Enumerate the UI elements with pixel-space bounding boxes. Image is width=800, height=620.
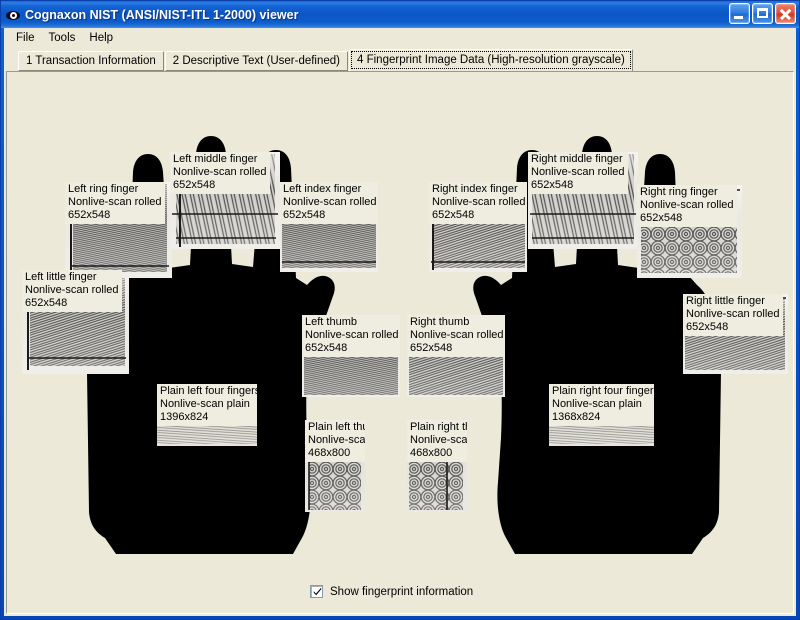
fingerprint-impression: Nonlive-scan plain (308, 434, 365, 446)
fingerprint-card-right-thumb[interactable]: Right thumb Nonlive-scan rolled 652x548 (407, 315, 505, 397)
fingerprint-title: Left middle finger (173, 153, 258, 165)
fingerprint-impression: Nonlive-scan plain (410, 434, 467, 446)
fingerprint-size: 652x548 (305, 342, 348, 354)
fingerprint-size: 468x800 (308, 447, 351, 459)
fingerprint-card-left-ring-finger[interactable]: Left ring finger Nonlive-scan rolled 652… (65, 182, 172, 278)
fingerprint-size: 1368x824 (552, 411, 601, 423)
fingerprint-size: 652x548 (640, 212, 683, 224)
fingerprint-title: Plain right thumb (410, 421, 467, 433)
fingerprint-label: Plain right thumb Nonlive-scan plain 468… (407, 420, 467, 462)
fingerprint-label: Left thumb Nonlive-scan rolled 652x548 (302, 315, 400, 357)
close-button[interactable] (775, 3, 796, 24)
fingerprint-size: 468x800 (410, 447, 453, 459)
fingerprint-impression: Nonlive-scan rolled (25, 284, 119, 296)
fingerprint-size: 652x548 (686, 321, 729, 333)
fingerprint-label: Plain right four fingers Nonlive-scan pl… (549, 384, 654, 426)
fingerprint-size: 652x548 (25, 297, 68, 309)
fingerprint-card-left-thumb[interactable]: Left thumb Nonlive-scan rolled 652x548 (302, 315, 400, 397)
fingerprint-card-right-little-finger[interactable]: Right little finger Nonlive-scan rolled … (683, 294, 788, 374)
tab-descriptive-text[interactable]: 2 Descriptive Text (User-defined) (164, 51, 349, 71)
fingerprint-impression: Nonlive-scan rolled (432, 196, 526, 208)
fingerprint-label: Right ring finger Nonlive-scan rolled 65… (637, 185, 737, 227)
fingerprint-impression: Nonlive-scan rolled (68, 196, 162, 208)
menu-bar: File Tools Help (4, 28, 796, 47)
fingerprint-title: Right middle finger (531, 153, 623, 165)
fingerprint-label: Left little finger Nonlive-scan rolled 6… (22, 270, 122, 312)
client-area: File Tools Help 1 Transaction Informatio… (4, 28, 796, 616)
fingerprint-card-left-little-finger[interactable]: Left little finger Nonlive-scan rolled 6… (22, 270, 129, 374)
minimize-icon (734, 16, 743, 19)
menu-item-file[interactable]: File (10, 30, 43, 46)
fingerprint-label: Right index finger Nonlive-scan rolled 6… (429, 182, 527, 224)
fingerprint-size: 1396x824 (160, 411, 209, 423)
tab-fingerprint-image-data[interactable]: 4 Fingerprint Image Data (High-resolutio… (349, 49, 633, 71)
fingerprint-title: Plain left four fingers (160, 385, 257, 397)
fingerprint-title: Left little finger (25, 271, 97, 283)
fingerprint-label: Left index finger Nonlive-scan rolled 65… (280, 182, 378, 224)
maximize-button[interactable] (752, 3, 773, 24)
fingerprint-card-left-index-finger[interactable]: Left index finger Nonlive-scan rolled 65… (280, 182, 378, 272)
fingerprint-impression: Nonlive-scan rolled (283, 196, 377, 208)
fingerprint-card-right-index-finger[interactable]: Right index finger Nonlive-scan rolled 6… (429, 182, 527, 272)
fingerprint-impression: Nonlive-scan plain (552, 398, 642, 410)
fingerprint-title: Plain left thumb (308, 421, 365, 433)
menu-item-help[interactable]: Help (83, 30, 121, 46)
fingerprint-size: 652x548 (283, 209, 326, 221)
fingerprint-card-right-middle-finger[interactable]: Right middle finger Nonlive-scan rolled … (528, 152, 638, 249)
tab-transaction-information[interactable]: 1 Transaction Information (18, 51, 164, 71)
fingerprint-title: Right thumb (410, 316, 470, 328)
fingerprint-label: Right thumb Nonlive-scan rolled 652x548 (407, 315, 505, 357)
tab-page-fingerprint-image-data: Left little finger Nonlive-scan rolled 6… (6, 71, 794, 614)
fingerprint-label: Left middle finger Nonlive-scan rolled 6… (170, 152, 270, 194)
fingerprint-card-plain-left-four-fingers[interactable]: Plain left four fingers Nonlive-scan pla… (157, 384, 257, 446)
fingerprint-impression: Nonlive-scan rolled (305, 329, 399, 341)
fingerprint-card-right-ring-finger[interactable]: Right ring finger Nonlive-scan rolled 65… (637, 185, 742, 278)
fingerprint-label: Left ring finger Nonlive-scan rolled 652… (65, 182, 165, 224)
eye-icon (5, 7, 21, 23)
fingerprint-title: Left thumb (305, 316, 357, 328)
fingerprint-impression: Nonlive-scan rolled (173, 166, 267, 178)
fingerprint-label: Right little finger Nonlive-scan rolled … (683, 294, 783, 336)
fingerprint-size: 652x548 (432, 209, 475, 221)
fingerprint-size: 652x548 (68, 209, 111, 221)
fingerprint-impression: Nonlive-scan rolled (640, 199, 734, 211)
fingerprint-card-left-middle-finger[interactable]: Left middle finger Nonlive-scan rolled 6… (170, 152, 280, 249)
fingerprint-impression: Nonlive-scan rolled (531, 166, 625, 178)
fingerprint-size: 652x548 (410, 342, 453, 354)
fingerprint-impression: Nonlive-scan rolled (686, 308, 780, 320)
window-title: Cognaxon NIST (ANSI/NIST-ITL 1-2000) vie… (25, 7, 299, 22)
tab-strip: 1 Transaction Information 2 Descriptive … (4, 47, 796, 71)
fingerprint-size: 652x548 (531, 179, 574, 191)
show-fingerprint-information-row[interactable]: Show fingerprint information (310, 585, 473, 598)
fingerprint-impression: Nonlive-scan rolled (410, 329, 504, 341)
fingerprint-card-plain-right-four-fingers[interactable]: Plain right four fingers Nonlive-scan pl… (549, 384, 654, 446)
show-fingerprint-information-checkbox[interactable] (310, 585, 323, 598)
fingerprint-card-plain-right-thumb[interactable]: Plain right thumb Nonlive-scan plain 468… (407, 420, 467, 512)
maximize-icon (757, 8, 768, 18)
fingerprint-label: Plain left thumb Nonlive-scan plain 468x… (305, 420, 365, 462)
fingerprint-title: Right ring finger (640, 186, 718, 198)
fingerprint-title: Right index finger (432, 183, 518, 195)
menu-item-tools[interactable]: Tools (43, 30, 84, 46)
window-controls (729, 3, 796, 24)
show-fingerprint-information-label: Show fingerprint information (330, 585, 474, 598)
fingerprint-canvas[interactable]: Left little finger Nonlive-scan rolled 6… (7, 72, 793, 613)
fingerprint-impression: Nonlive-scan plain (160, 398, 250, 410)
fingerprint-card-plain-left-thumb[interactable]: Plain left thumb Nonlive-scan plain 468x… (305, 420, 365, 512)
fingerprint-label: Plain left four fingers Nonlive-scan pla… (157, 384, 257, 426)
fingerprint-label: Right middle finger Nonlive-scan rolled … (528, 152, 628, 194)
fingerprint-size: 652x548 (173, 179, 216, 191)
application-window: Cognaxon NIST (ANSI/NIST-ITL 1-2000) vie… (0, 0, 800, 620)
fingerprint-title: Plain right four fingers (552, 385, 654, 397)
checkmark-icon (313, 587, 322, 596)
fingerprint-title: Left ring finger (68, 183, 139, 195)
fingerprint-title: Right little finger (686, 295, 765, 307)
fingerprint-title: Left index finger (283, 183, 362, 195)
title-bar[interactable]: Cognaxon NIST (ANSI/NIST-ITL 1-2000) vie… (1, 1, 799, 28)
minimize-button[interactable] (729, 3, 750, 24)
